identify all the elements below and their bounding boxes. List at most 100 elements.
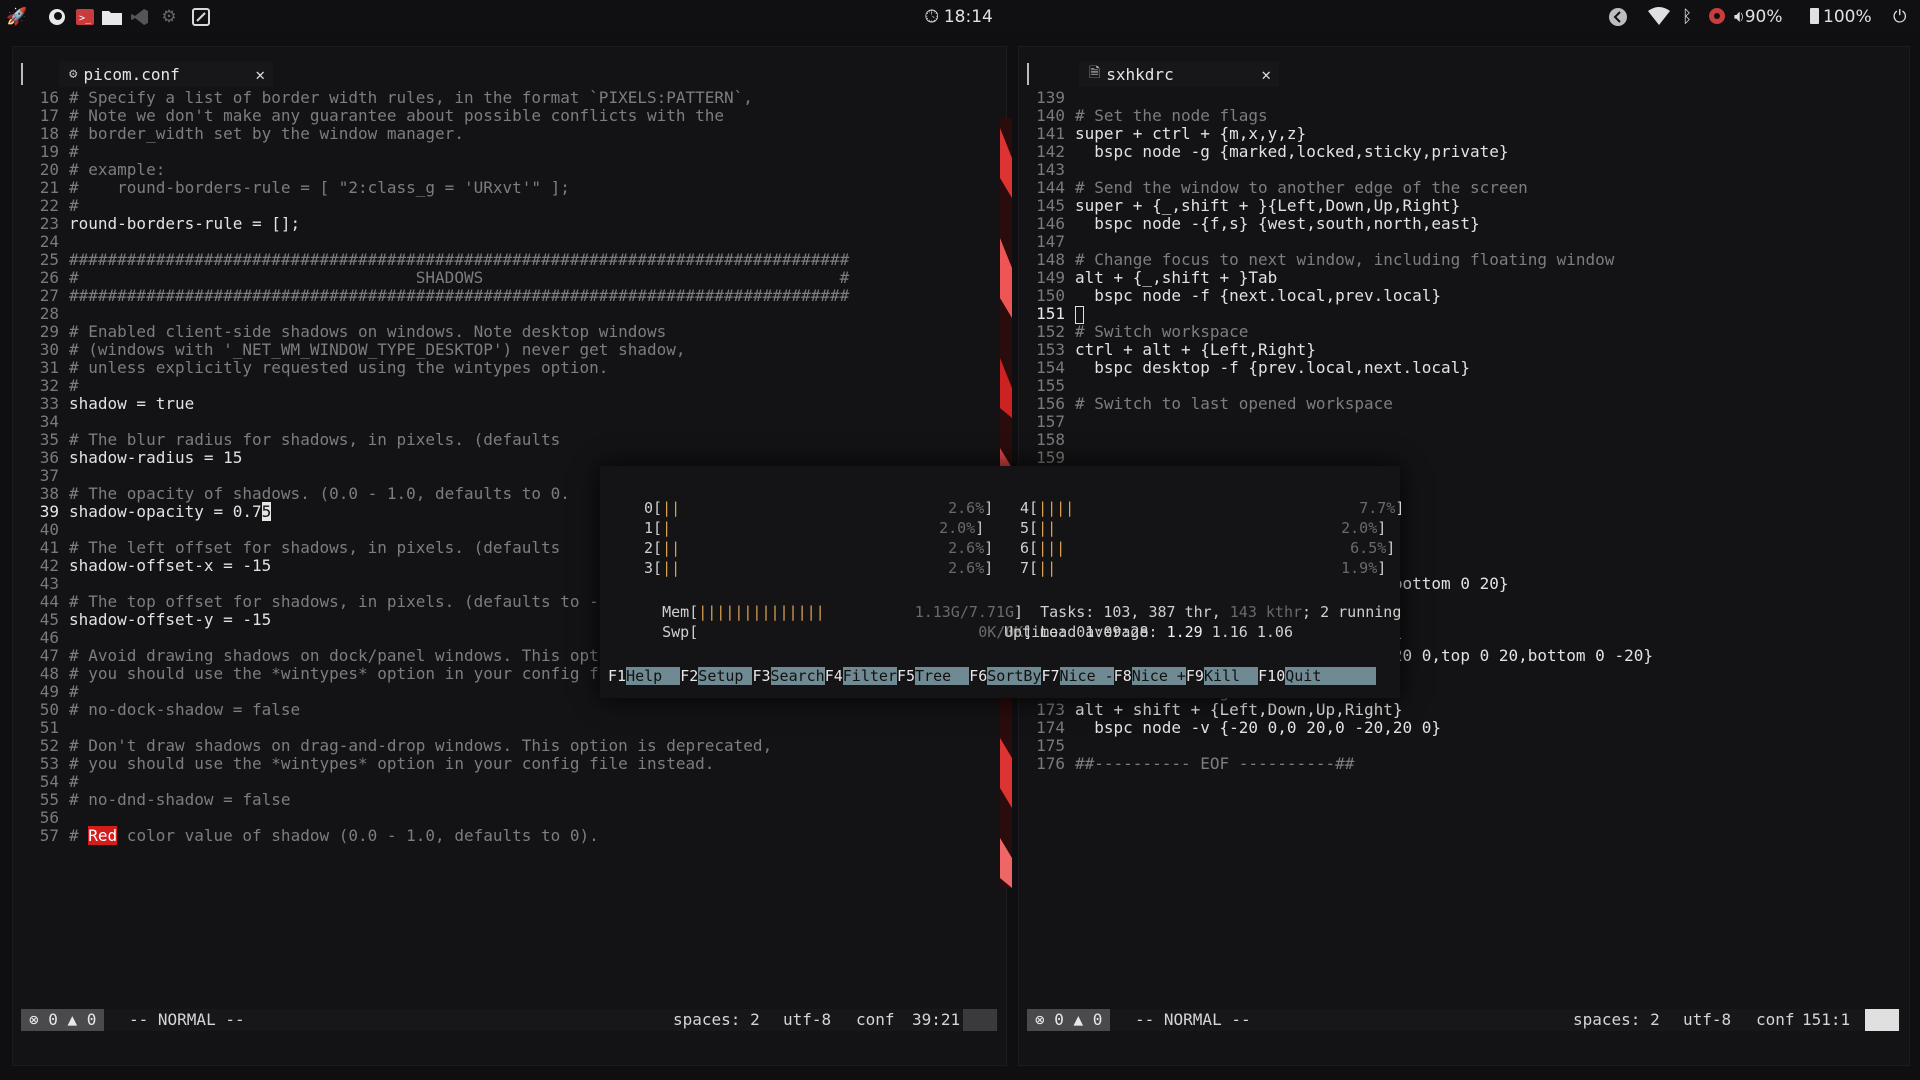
battery-indicator[interactable]: 100% [1810,7,1872,27]
encoding-info[interactable]: utf-8 [1683,1009,1731,1031]
line-number: 57 [39,826,59,845]
fkey-label: Nice + [1131,667,1186,685]
cpu-percent: 2.6% [948,539,985,557]
cpu-meter: 0[|| 2.6%] [644,499,994,517]
cpu-id: 6 [1020,539,1030,557]
gear-icon: ⚙ [69,66,78,82]
cursor-position: 39:21 [912,1010,961,1029]
line-prefix: # [69,826,89,845]
htop-window[interactable]: 0[|| 2.6%] 1[| 2.0%] 2[|| 2.6%] 3[|| 2.6%] 4[|||… [600,466,1404,698]
tab-marker [21,63,23,85]
cpu-percent: 2.0% [1341,519,1378,537]
battery-icon [1810,8,1819,24]
indent-info[interactable]: spaces: 2 [1573,1009,1660,1031]
tab-picom-conf[interactable]: ⚙ picom.conf ✕ [59,61,273,87]
fkey-f5[interactable]: F5Tree [896,666,970,686]
volume-indicator[interactable]: 🔉︎90% [1734,7,1783,27]
firefox-icon[interactable] [46,6,68,28]
cpu-meter: 1[| 2.0%] [644,519,985,537]
editor-icon[interactable] [190,6,212,28]
diagnostics-badge[interactable]: ⊗ 0 ▲ 0 [21,1009,105,1031]
cpu-meter: 5[|| 2.0%] [1020,519,1387,537]
cpu-id: 3 [644,559,654,577]
fkey-f10[interactable]: F10Quit [1258,666,1376,686]
fkey-label: Help [626,667,681,685]
indent-info[interactable]: spaces: 2 [673,1009,760,1031]
cpu-id: 1 [644,519,654,537]
code-line[interactable]: 57 # Red color value of shadow (0.0 - 1.0… [13,825,1006,847]
load-rest: 1.16 1.06 [1211,623,1293,641]
fkey-number: F2 [680,667,699,685]
code-line[interactable]: 176 ##---------- EOF ----------## [1019,753,1909,775]
filetype-info[interactable]: conf [1756,1009,1795,1031]
fkey-f4[interactable]: F4Filter [825,666,897,686]
cpu-bars: |||| [1038,499,1075,517]
terminal-icon[interactable]: >_ [74,6,96,28]
mem-meter: Mem[|||||||||||||| 1.13G/7.71G] [662,603,1024,621]
cpu-bars: || [662,499,681,517]
fkey-f9[interactable]: F9Kill [1185,666,1259,686]
encoding-info[interactable]: utf-8 [783,1009,831,1031]
line-text: color value of shadow (0.0 - 1.0, defaul… [117,826,599,845]
filetype-info[interactable]: conf [856,1009,895,1031]
tab-label: picom.conf [83,64,180,84]
close-icon[interactable]: ✕ [1261,65,1271,84]
fkey-number: F10 [1258,667,1286,685]
top-panel: 🚀 >_ ⚙ 🕓︎ 18:14 ᛒ 🔉︎90% 100% ⏻ [0,0,1920,34]
cpu-bars: || [1038,519,1057,537]
fkey-label: Filter [842,667,897,685]
wifi-icon[interactable] [1648,7,1670,30]
fkey-f3[interactable]: F3Search [752,666,825,686]
uptime-line: Uptime: 01:09:28 [1004,623,1149,641]
svg-text:>_: >_ [79,13,92,24]
fkey-f2[interactable]: F2Setup [680,666,753,686]
clock-icon: 🕓︎ [925,7,939,27]
status-bar: ⊗ 0 ▲ 0 -- NORMAL -- spaces: 2 utf-8 con… [1027,1009,1901,1031]
status-bar: ⊗ 0 ▲ 0 -- NORMAL -- spaces: 2 utf-8 con… [21,1009,998,1031]
load-1min: 1.29 [1166,623,1203,641]
fkey-number: F7 [1041,667,1060,685]
fkey-label: Kill [1203,667,1259,685]
fkey-number: F9 [1185,667,1204,685]
fkey-number: F5 [896,667,916,685]
cpu-percent: 2.6% [948,499,985,517]
diagnostics-badge[interactable]: ⊗ 0 ▲ 0 [1027,1009,1111,1031]
line-text: ##---------- EOF ----------## [1075,754,1355,773]
fkey-f7[interactable]: F7Nice - [1041,666,1114,686]
scroll-indicator [963,1009,997,1031]
gear-icon[interactable]: ⚙ [158,6,180,28]
cpu-id: 7 [1020,559,1030,577]
vscode-icon[interactable] [129,6,151,28]
folder-icon[interactable] [101,6,123,28]
cpu-percent: 6.5% [1350,539,1387,557]
clock[interactable]: 🕓︎ 18:14 [925,7,993,27]
cpu-meter: 6[||| 6.5%] [1020,539,1396,557]
volume-icon: 🔉︎ [1734,7,1745,27]
cpu-bars: || [1038,559,1057,577]
cpu-bars: || [662,559,681,577]
fkey-f1[interactable]: F1Help [608,666,681,686]
rocket-icon[interactable]: 🚀 [6,6,28,28]
fkey-label: Setup [698,667,753,685]
tasks-line: Tasks: 103, 387 thr, 143 kthr; 2 running [1004,582,1401,621]
fkey-f6[interactable]: F6SortBy [969,666,1042,686]
fkey-number: F6 [969,667,988,685]
fkey-label: Quit [1285,667,1376,685]
cpu-percent: 7.7% [1359,499,1396,517]
record-icon[interactable] [1708,7,1726,30]
cpu-id: 5 [1020,519,1030,537]
bluetooth-icon[interactable]: ᛒ [1682,7,1692,27]
fkey-label: Search [770,667,825,685]
back-icon[interactable] [1608,7,1628,32]
cpu-bars: || [662,539,681,557]
color-highlight: Red [88,826,118,845]
fkey-f8[interactable]: F8Nice + [1114,666,1186,686]
cpu-meter: 7[|| 1.9%] [1020,559,1387,577]
tasks-suffix: ; 2 running [1302,603,1402,621]
fkey-label: SortBy [987,667,1042,685]
tab-label: sxhkdrc [1106,64,1174,84]
line-number: 176 [1036,754,1065,773]
tab-sxhkdrc[interactable]: 🗎 sxhkdrc ✕ [1079,61,1279,87]
power-icon[interactable]: ⏻ [1893,7,1906,27]
close-icon[interactable]: ✕ [255,65,265,84]
